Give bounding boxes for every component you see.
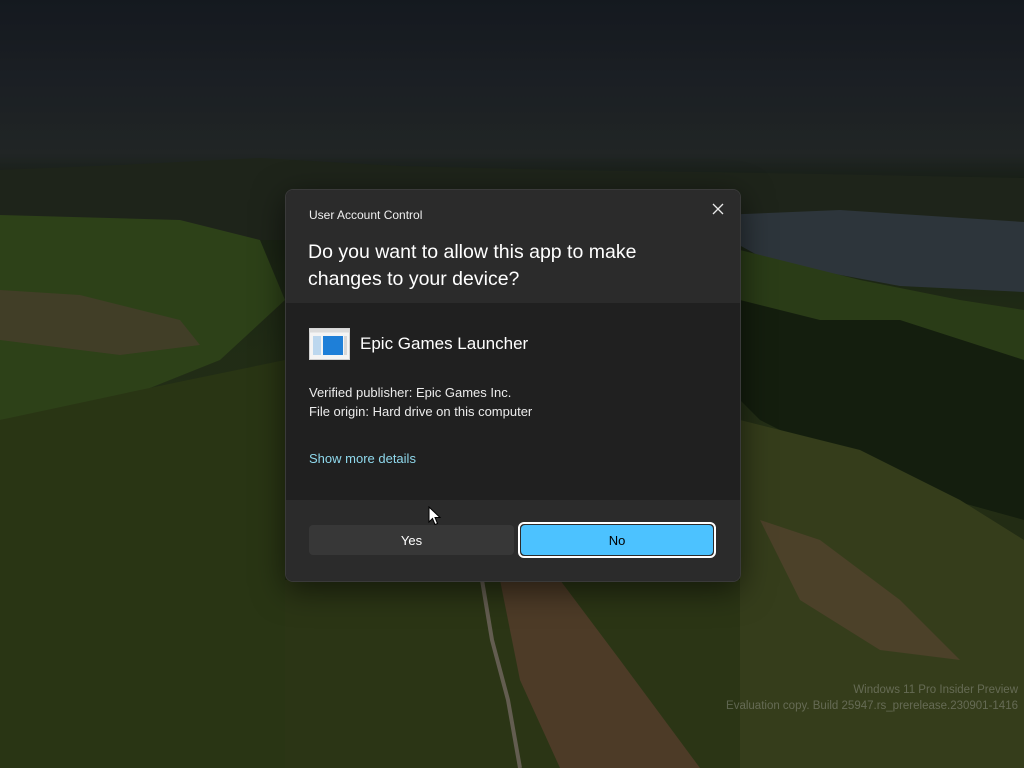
uac-body: Epic Games Launcher Verified publisher: … <box>286 303 740 500</box>
yes-button[interactable]: Yes <box>309 525 514 555</box>
file-origin: File origin: Hard drive on this computer <box>309 404 533 419</box>
windows-watermark: Windows 11 Pro Insider Preview Evaluatio… <box>726 682 1018 714</box>
mouse-pointer-icon <box>428 506 442 526</box>
uac-question: Do you want to allow this app to make ch… <box>308 241 637 290</box>
dialog-title: User Account Control <box>309 208 423 222</box>
show-more-details-link[interactable]: Show more details <box>309 451 416 466</box>
app-window-icon <box>309 328 350 360</box>
app-name: Epic Games Launcher <box>360 334 529 353</box>
watermark-edition: Windows 11 Pro Insider Preview <box>853 684 1018 696</box>
close-button[interactable] <box>702 194 734 224</box>
uac-footer: Yes No <box>286 500 740 581</box>
verified-publisher: Verified publisher: Epic Games Inc. <box>309 385 512 400</box>
no-button[interactable]: No <box>521 525 713 555</box>
close-icon <box>712 203 724 215</box>
uac-dialog: User Account Control Do you want to allo… <box>285 189 741 582</box>
uac-header: User Account Control Do you want to allo… <box>286 190 740 303</box>
watermark-build: Evaluation copy. Build 25947.rs_prerelea… <box>726 700 1018 712</box>
